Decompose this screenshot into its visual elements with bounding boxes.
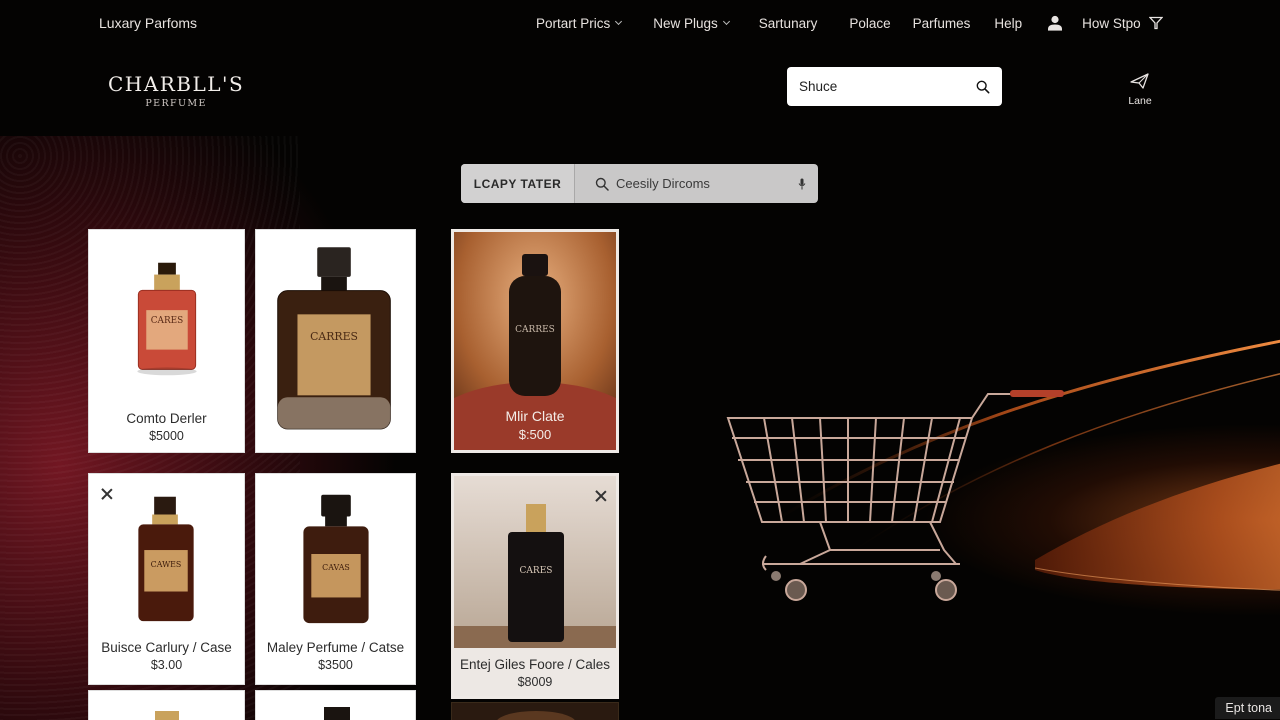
perfume-bottle-image: CARRES (277, 247, 391, 430)
brand-logo[interactable]: CHARBLL'S PERFUME (108, 72, 244, 109)
product-price: $3.00 (150, 658, 183, 672)
nav-item-label: Parfumes (912, 15, 971, 31)
product-card[interactable]: CARRES (255, 229, 416, 453)
filter-search-field[interactable]: Ceesily Dircoms (575, 164, 818, 203)
product-card-featured[interactable]: CARRES Mlir Clate $:500 (451, 229, 619, 453)
logo-subtitle: PERFUME (145, 98, 207, 109)
product-price: $5000 (149, 429, 184, 443)
search-icon[interactable] (976, 79, 990, 95)
shop-label: How Stpo (1082, 15, 1141, 31)
page: Luxary Parfoms Portart Prics New Plugs S… (0, 0, 1280, 720)
top-bar: Luxary Parfoms Portart Prics New Plugs S… (0, 0, 1280, 46)
nav-item-portart-prics[interactable]: Portart Prics (536, 15, 623, 31)
product-card[interactable]: CAVAS Maley Perfume / Catse $3500 (255, 473, 416, 685)
product-name: Comto Derler (126, 411, 207, 426)
search-box (787, 67, 1002, 106)
perfume-bottle-image (324, 707, 350, 720)
nav-item-label: Sartunary (758, 15, 818, 31)
product-card[interactable] (255, 690, 416, 720)
product-card-featured[interactable]: CARES Entej Giles Foore / Cales $8009 (451, 473, 619, 699)
filter-bar: LCAPY TATER Ceesily Dircoms (461, 164, 818, 203)
chevron-down-icon (615, 17, 623, 26)
bottle-label: CAVAS (322, 563, 350, 572)
shopping-cart-illustration (726, 390, 1064, 601)
top-navigation: Portart Prics New Plugs Sartunary Polace… (536, 14, 1163, 32)
product-name: Entej Giles Foore / Cales (459, 657, 611, 672)
search-icon (595, 177, 609, 191)
shop-link[interactable]: How Stpo (1082, 16, 1141, 31)
logo-title: CHARBLL'S (108, 72, 245, 96)
chevron-down-icon (722, 17, 730, 26)
paper-plane-icon (1130, 73, 1149, 89)
filter-category-button[interactable]: LCAPY TATER (461, 164, 575, 203)
perfume-bottle-image: CARES (137, 262, 197, 376)
nav-item-polace[interactable]: Polace (849, 16, 890, 31)
bottle-label: CAWES (151, 560, 182, 569)
top-brand-name[interactable]: Luxary Parfoms (99, 15, 197, 31)
perfume-bottle-image: CAVAS (303, 494, 369, 624)
close-icon[interactable] (595, 490, 607, 502)
bottle-label: CARES (151, 316, 183, 326)
product-card[interactable]: CARES Comto Derler $5000 (88, 229, 245, 453)
nav-item-help[interactable]: Help (994, 16, 1022, 31)
mic-icon[interactable] (798, 178, 806, 190)
filter-button[interactable] (1148, 16, 1163, 30)
product-card[interactable]: CAWES Buisce Carlury / Case $3.00 (88, 473, 245, 685)
nav-item-label: New Plugs (653, 15, 718, 31)
nav-item-label: Portart Prics (536, 15, 611, 31)
perfume-bottle-image: CAWES (138, 496, 194, 622)
product-price: $3500 (318, 658, 353, 672)
bottle-label: CARRES (310, 330, 358, 343)
account-button[interactable] (1046, 14, 1064, 32)
lane-label: Lane (1128, 95, 1152, 107)
product-card[interactable] (451, 702, 619, 720)
perfume-bottle-image: CARES (454, 476, 616, 648)
product-card[interactable] (88, 690, 245, 720)
perfume-bottle-image (497, 711, 575, 720)
bottle-label: CARRES (515, 325, 555, 335)
nav-item-label: Polace (849, 15, 891, 31)
nav-item-label: Help (994, 15, 1023, 31)
product-price: $8009 (517, 675, 553, 689)
nav-item-parfumes[interactable]: Parfumes (913, 16, 971, 31)
product-name: Buisce Carlury / Case (101, 640, 232, 655)
product-price: $:500 (518, 427, 552, 442)
product-name: Mlir Clate (505, 408, 565, 424)
bottle-label: CARES (520, 566, 553, 576)
nav-item-sartunary[interactable]: Sartunary (759, 16, 818, 31)
search-input[interactable] (799, 79, 976, 94)
filter-search-text: Ceesily Dircoms (616, 176, 710, 191)
bottom-chat-button[interactable]: Ept tona (1215, 697, 1280, 719)
perfume-bottle-image (155, 711, 179, 720)
nav-item-new-plugs[interactable]: New Plugs (653, 15, 730, 31)
product-name: Maley Perfume / Catse (266, 640, 405, 655)
lane-button[interactable]: Lane (1124, 72, 1156, 107)
user-icon (1048, 15, 1063, 31)
filter-icon (1148, 16, 1163, 30)
